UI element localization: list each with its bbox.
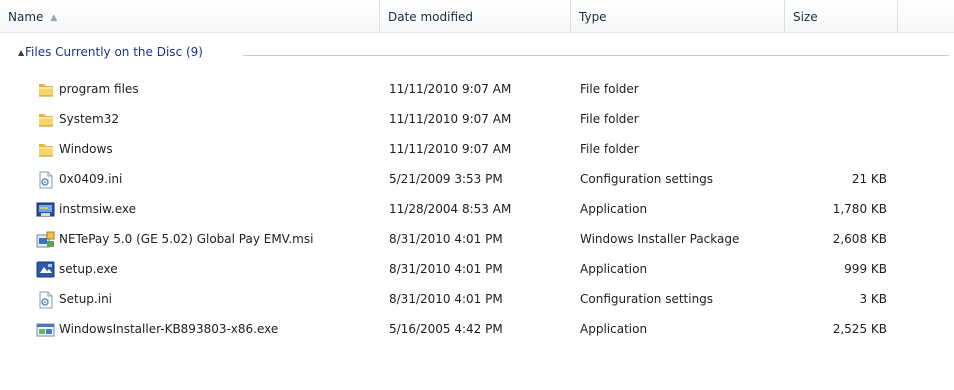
- file-row[interactable]: NETePay 5.0 (GE 5.02) Global Pay EMV.msi…: [0, 225, 954, 255]
- file-row[interactable]: WindowsInstaller-KB893803-x86.exe 5/16/20…: [0, 315, 954, 345]
- file-date-modified: 11/11/2010 9:07 AM: [389, 82, 512, 96]
- file-name: setup.exe: [59, 262, 118, 276]
- setup-app-icon: [36, 261, 56, 279]
- column-header-bar: Name ▲ Date modified Type Size: [0, 0, 954, 33]
- file-size: 21 KB: [851, 172, 887, 186]
- file-type: File folder: [580, 142, 639, 156]
- file-row[interactable]: instmsiw.exe 11/28/2004 8:53 AM Applicatio…: [0, 195, 954, 225]
- sort-ascending-icon: ▲: [50, 13, 58, 23]
- file-date-modified: 8/31/2010 4:01 PM: [389, 232, 503, 246]
- file-name: instmsiw.exe: [59, 202, 136, 216]
- file-row[interactable]: setup.exe 8/31/2010 4:01 PM Application 999…: [0, 255, 954, 285]
- file-name: WindowsInstaller-KB893803-x86.exe: [59, 322, 279, 336]
- file-date-modified: 5/16/2005 4:42 PM: [389, 322, 503, 336]
- folder-icon: [36, 141, 56, 159]
- windows-installer-app-icon: [36, 321, 56, 339]
- column-header-date-label: Date modified: [388, 10, 474, 24]
- settings-file-icon: [36, 291, 56, 309]
- file-name: System32: [59, 112, 120, 126]
- column-header-size-label: Size: [793, 10, 818, 24]
- file-date-modified: 8/31/2010 4:01 PM: [389, 262, 503, 276]
- file-size: 2,608 KB: [832, 232, 887, 246]
- folder-icon: [36, 81, 56, 99]
- file-size: 1,780 KB: [832, 202, 887, 216]
- file-row[interactable]: System32 11/11/2010 9:07 AM File folder: [0, 105, 954, 135]
- msi-package-icon: [36, 231, 56, 249]
- group-header[interactable]: ▲ Files Currently on the Disc (9): [0, 44, 954, 64]
- file-size: 999 KB: [844, 262, 887, 276]
- file-row[interactable]: 0x0409.ini 5/21/2009 3:53 PM Configuration…: [0, 165, 954, 195]
- folder-icon: [36, 111, 56, 129]
- column-header-empty[interactable]: [898, 0, 954, 32]
- file-date-modified: 11/28/2004 8:53 AM: [389, 202, 512, 216]
- file-type: File folder: [580, 112, 639, 126]
- file-type: File folder: [580, 82, 639, 96]
- file-row[interactable]: Setup.ini 8/31/2010 4:01 PM Configuration …: [0, 285, 954, 315]
- file-type: Windows Installer Package: [580, 232, 740, 246]
- installer-app-icon: [36, 201, 56, 219]
- file-size: 2,525 KB: [832, 322, 887, 336]
- file-name: Windows: [59, 142, 113, 156]
- column-header-size[interactable]: Size: [785, 0, 898, 32]
- file-type: Configuration settings: [580, 172, 714, 186]
- column-header-type[interactable]: Type: [571, 0, 785, 32]
- file-date-modified: 5/21/2009 3:53 PM: [389, 172, 503, 186]
- column-header-date-modified[interactable]: Date modified: [380, 0, 571, 32]
- file-type: Application: [580, 202, 648, 216]
- file-size: 3 KB: [859, 292, 887, 306]
- group-divider: [243, 55, 949, 56]
- column-header-name-label: Name: [8, 10, 44, 24]
- column-header-name[interactable]: Name ▲: [0, 0, 380, 32]
- file-date-modified: 11/11/2010 9:07 AM: [389, 112, 512, 126]
- collapse-triangle-icon[interactable]: ▲: [18, 48, 24, 57]
- file-row[interactable]: program files 11/11/2010 9:07 AM File fold…: [0, 75, 954, 105]
- file-type: Application: [580, 262, 648, 276]
- file-name: NETePay 5.0 (GE 5.02) Global Pay EMV.msi: [59, 232, 314, 246]
- file-date-modified: 8/31/2010 4:01 PM: [389, 292, 503, 306]
- file-name: program files: [59, 82, 139, 96]
- file-name: Setup.ini: [59, 292, 113, 306]
- file-date-modified: 11/11/2010 9:07 AM: [389, 142, 512, 156]
- file-type: Configuration settings: [580, 292, 714, 306]
- column-header-type-label: Type: [579, 10, 607, 24]
- settings-file-icon: [36, 171, 56, 189]
- group-header-label: Files Currently on the Disc (9): [25, 45, 203, 59]
- file-row[interactable]: Windows 11/11/2010 9:07 AM File folder: [0, 135, 954, 165]
- file-name: 0x0409.ini: [59, 172, 123, 186]
- file-type: Application: [580, 322, 648, 336]
